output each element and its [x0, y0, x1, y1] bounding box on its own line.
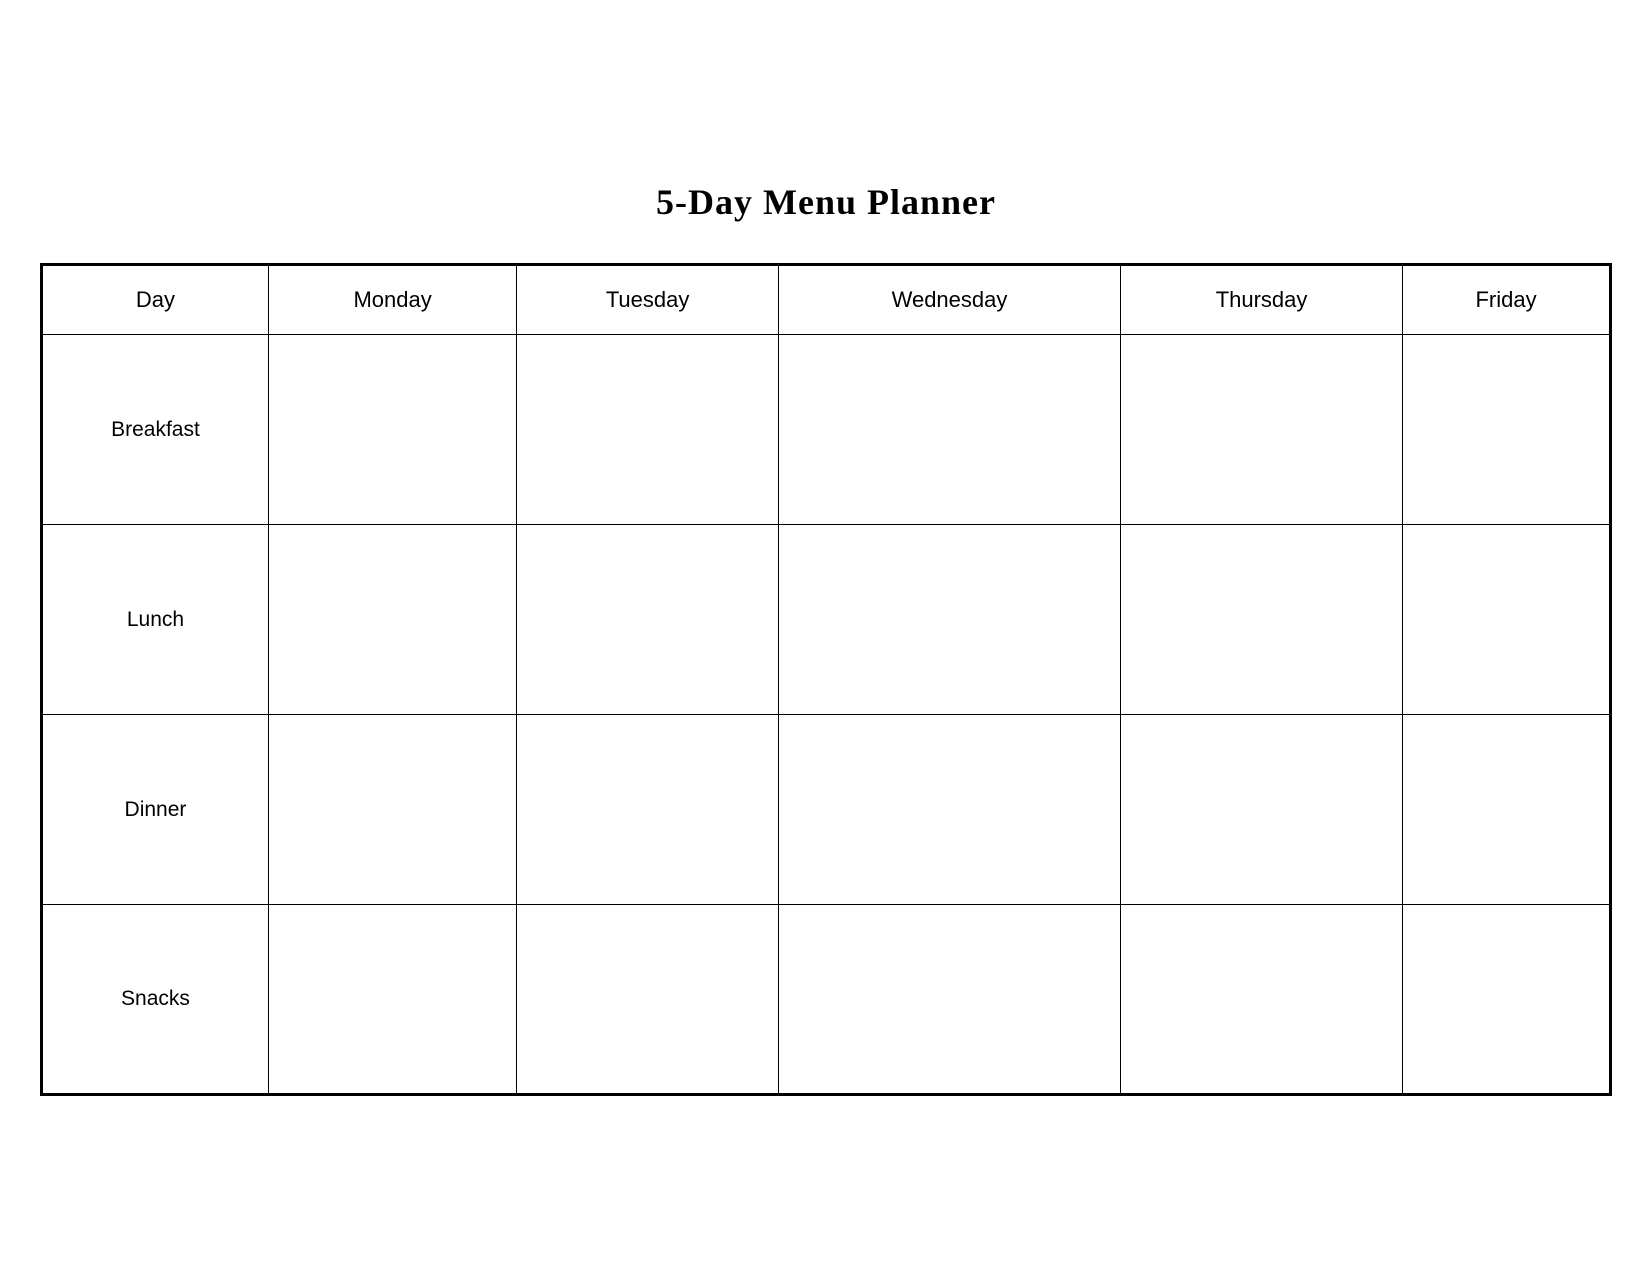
page-wrapper: 5-Day Menu Planner DayMondayTuesdayWedne… — [40, 181, 1612, 1096]
meal-cell[interactable] — [778, 715, 1120, 905]
meal-cell[interactable] — [268, 525, 516, 715]
header-cell-friday: Friday — [1403, 265, 1611, 335]
table-row: Dinner — [42, 715, 1611, 905]
page-title: 5-Day Menu Planner — [656, 181, 996, 223]
meal-cell[interactable] — [517, 335, 779, 525]
meal-cell[interactable] — [1121, 335, 1403, 525]
meal-cell[interactable] — [1403, 525, 1611, 715]
table-header: DayMondayTuesdayWednesdayThursdayFriday — [42, 265, 1611, 335]
meal-cell[interactable] — [1403, 335, 1611, 525]
meal-cell[interactable] — [778, 905, 1120, 1095]
table-row: Lunch — [42, 525, 1611, 715]
meal-cell[interactable] — [778, 335, 1120, 525]
header-cell-thursday: Thursday — [1121, 265, 1403, 335]
table-row: Snacks — [42, 905, 1611, 1095]
header-cell-tuesday: Tuesday — [517, 265, 779, 335]
meal-label-dinner: Dinner — [42, 715, 269, 905]
meal-cell[interactable] — [268, 715, 516, 905]
header-cell-wednesday: Wednesday — [778, 265, 1120, 335]
meal-cell[interactable] — [517, 715, 779, 905]
meal-cell[interactable] — [517, 525, 779, 715]
meal-cell[interactable] — [1403, 715, 1611, 905]
header-cell-monday: Monday — [268, 265, 516, 335]
meal-label-lunch: Lunch — [42, 525, 269, 715]
table-row: Breakfast — [42, 335, 1611, 525]
meal-cell[interactable] — [517, 905, 779, 1095]
header-cell-day: Day — [42, 265, 269, 335]
meal-cell[interactable] — [1403, 905, 1611, 1095]
table-body: BreakfastLunchDinnerSnacks — [42, 335, 1611, 1095]
meal-cell[interactable] — [268, 335, 516, 525]
meal-cell[interactable] — [1121, 905, 1403, 1095]
header-row: DayMondayTuesdayWednesdayThursdayFriday — [42, 265, 1611, 335]
meal-cell[interactable] — [1121, 715, 1403, 905]
meal-label-snacks: Snacks — [42, 905, 269, 1095]
meal-label-breakfast: Breakfast — [42, 335, 269, 525]
meal-cell[interactable] — [268, 905, 516, 1095]
meal-cell[interactable] — [778, 525, 1120, 715]
meal-cell[interactable] — [1121, 525, 1403, 715]
planner-table: DayMondayTuesdayWednesdayThursdayFriday … — [40, 263, 1612, 1096]
